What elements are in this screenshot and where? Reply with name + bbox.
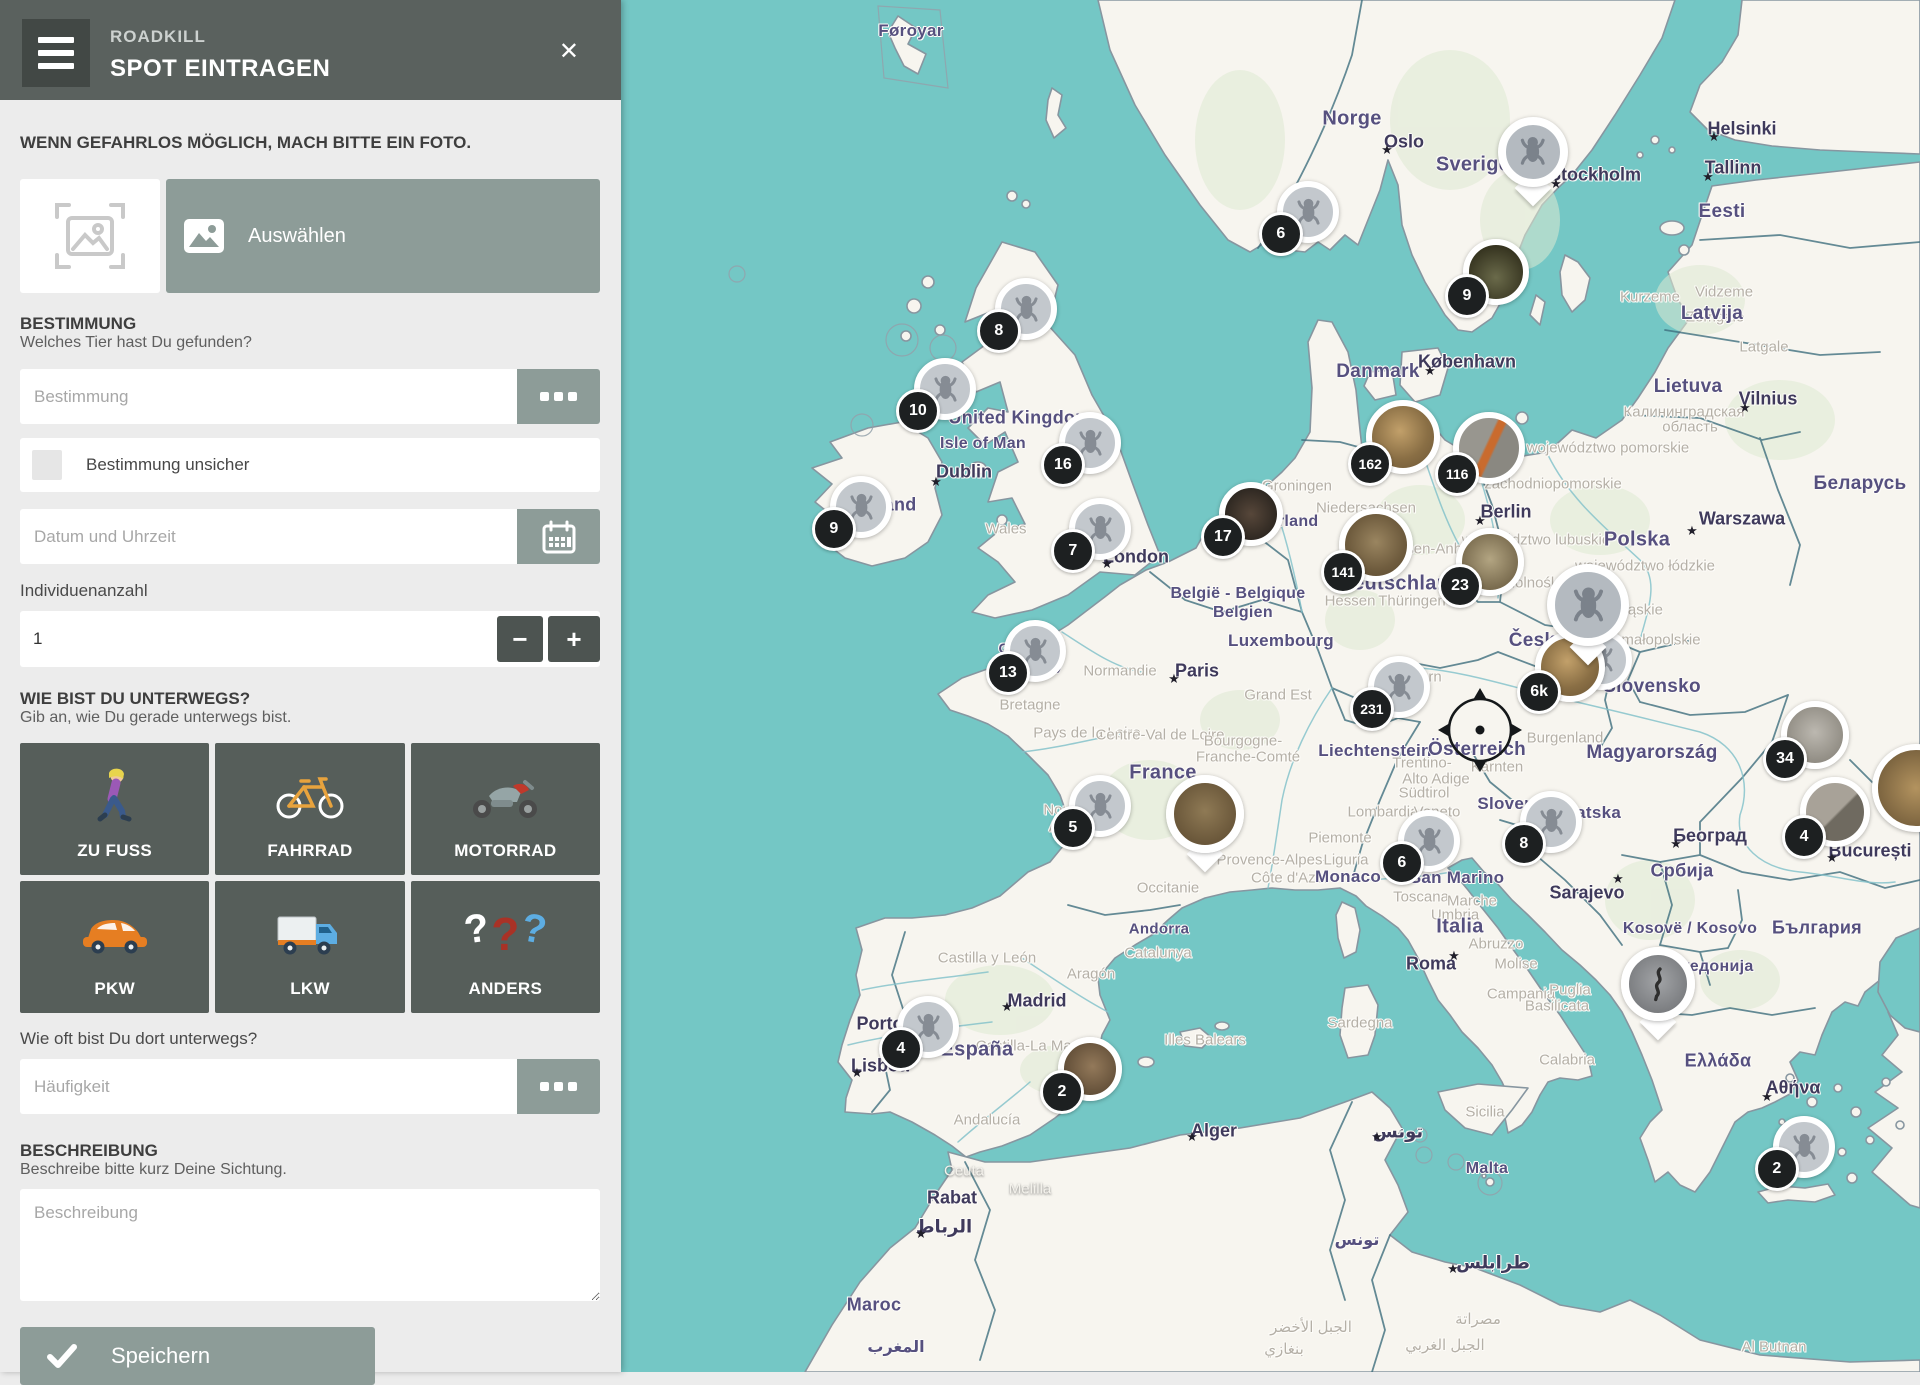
cluster-count-badge: 2 bbox=[1755, 1147, 1799, 1191]
save-button[interactable]: Speichern bbox=[20, 1327, 375, 1385]
cluster-count-badge: 4 bbox=[879, 1027, 923, 1071]
transport-option-motorbike[interactable]: MOTORRAD bbox=[411, 743, 600, 875]
frog-icon bbox=[1547, 564, 1629, 646]
unsure-label: Bestimmung unsicher bbox=[86, 455, 249, 475]
count-input[interactable] bbox=[20, 629, 320, 649]
frog-icon bbox=[1498, 117, 1568, 187]
transport-option-label: FAHRRAD bbox=[215, 841, 404, 861]
map[interactable]: NiedersachsenSachsen-AnhaltThüringenHess… bbox=[621, 0, 1920, 1372]
calendar-button[interactable] bbox=[517, 509, 600, 564]
cluster-count-badge: 116 bbox=[1435, 452, 1479, 496]
choose-photo-label: Auswählen bbox=[248, 225, 346, 248]
image-icon bbox=[184, 219, 224, 253]
ellipsis-icon bbox=[540, 392, 577, 401]
transport-option-bike[interactable]: FAHRRAD bbox=[215, 743, 404, 875]
cluster-count-badge: 10 bbox=[896, 389, 940, 433]
transport-option-truck[interactable]: LKW bbox=[215, 881, 404, 1013]
cluster-count-badge: 6 bbox=[1259, 212, 1303, 256]
cluster-count-badge: 4 bbox=[1782, 815, 1826, 859]
transport-heading: WIE BIST DU UNTERWEGS? bbox=[20, 689, 600, 709]
unsure-checkbox-row[interactable]: Bestimmung unsicher bbox=[20, 438, 600, 492]
description-subheading: Beschreibe bitte kurz Deine Sichtung. bbox=[20, 1161, 600, 1179]
cluster-count-badge: 16 bbox=[1041, 443, 1085, 487]
transport-option-car[interactable]: PKW bbox=[20, 881, 209, 1013]
panel-header: ROADKILL SPOT EINTRAGEN ✕ bbox=[0, 0, 621, 100]
bestimmung-heading: BESTIMMUNG bbox=[20, 314, 600, 334]
transport-option-label: ANDERS bbox=[411, 979, 600, 999]
cluster-count-badge: 8 bbox=[1502, 822, 1546, 866]
frequency-input[interactable] bbox=[20, 1059, 517, 1114]
datetime-input[interactable] bbox=[20, 509, 517, 564]
description-heading: BESCHREIBUNG bbox=[20, 1141, 600, 1161]
bestimmung-question: Welches Tier hast Du gefunden? bbox=[20, 334, 600, 352]
transport-options: ZU FUSS FAHRRAD MOTORRAD PKW LKW??? ANDERS bbox=[20, 743, 600, 1013]
species-input[interactable] bbox=[20, 369, 517, 424]
save-label: Speichern bbox=[111, 1343, 210, 1369]
transport-option-question[interactable]: ??? ANDERS bbox=[411, 881, 600, 1013]
walk-icon bbox=[20, 767, 209, 825]
menu-icon[interactable] bbox=[22, 19, 90, 87]
cluster-count-badge: 9 bbox=[1445, 274, 1489, 318]
transport-option-label: ZU FUSS bbox=[20, 841, 209, 861]
roadkill-photo-thumb bbox=[1166, 775, 1244, 853]
cluster-count-badge: 17 bbox=[1201, 515, 1245, 559]
page-title: SPOT EINTRAGEN bbox=[110, 55, 330, 83]
spot-entry-panel: ROADKILL SPOT EINTRAGEN ✕ WENN GEFAHRLOS… bbox=[0, 0, 621, 1372]
decrement-button[interactable]: − bbox=[497, 616, 543, 662]
map-base-layer bbox=[621, 0, 1920, 1372]
truck-icon bbox=[215, 905, 404, 963]
photo-placeholder[interactable] bbox=[20, 179, 160, 293]
frequency-question: Wie oft bist Du dort unterwegs? bbox=[20, 1029, 600, 1049]
choose-photo-button[interactable]: Auswählen bbox=[166, 179, 600, 293]
check-icon bbox=[47, 1344, 77, 1368]
cluster-count-badge: 231 bbox=[1350, 687, 1394, 731]
ellipsis-icon bbox=[540, 1082, 577, 1091]
transport-option-walk[interactable]: ZU FUSS bbox=[20, 743, 209, 875]
cluster-count-badge: 5 bbox=[1051, 806, 1095, 850]
frequency-picker-button[interactable] bbox=[517, 1059, 600, 1114]
transport-option-label: LKW bbox=[215, 979, 404, 999]
species-picker-button[interactable] bbox=[517, 369, 600, 424]
calendar-icon bbox=[541, 520, 577, 554]
description-textarea[interactable] bbox=[20, 1189, 600, 1301]
cluster-count-badge: 8 bbox=[977, 309, 1021, 353]
cluster-count-badge: 7 bbox=[1051, 529, 1095, 573]
transport-option-label: PKW bbox=[20, 979, 209, 999]
cluster-count-badge: 162 bbox=[1348, 442, 1392, 486]
cluster-count-badge: 6 bbox=[1380, 841, 1424, 885]
question-icon: ??? bbox=[411, 905, 600, 963]
photo-instruction: WENN GEFAHRLOS MÖGLICH, MACH BITTE EIN F… bbox=[20, 133, 600, 153]
cluster-count-badge: 9 bbox=[812, 507, 856, 551]
unsure-checkbox[interactable] bbox=[32, 450, 62, 480]
transport-option-label: MOTORRAD bbox=[411, 841, 600, 861]
image-placeholder-icon bbox=[51, 197, 129, 275]
transport-subheading: Gib an, wie Du gerade unterwegs bist. bbox=[20, 709, 600, 727]
count-label: Individuenanzahl bbox=[20, 581, 600, 601]
car-icon bbox=[20, 905, 209, 963]
close-icon[interactable]: ✕ bbox=[559, 40, 579, 64]
cluster-count-badge: 13 bbox=[986, 651, 1030, 695]
motorbike-icon bbox=[411, 767, 600, 825]
cluster-count-badge: 141 bbox=[1321, 550, 1365, 594]
roadkill-photo-thumb bbox=[1621, 947, 1695, 1021]
increment-button[interactable]: + bbox=[548, 616, 600, 662]
app-name: ROADKILL bbox=[110, 27, 206, 47]
cluster-count-badge: 2 bbox=[1040, 1070, 1084, 1114]
bike-icon bbox=[215, 767, 404, 825]
